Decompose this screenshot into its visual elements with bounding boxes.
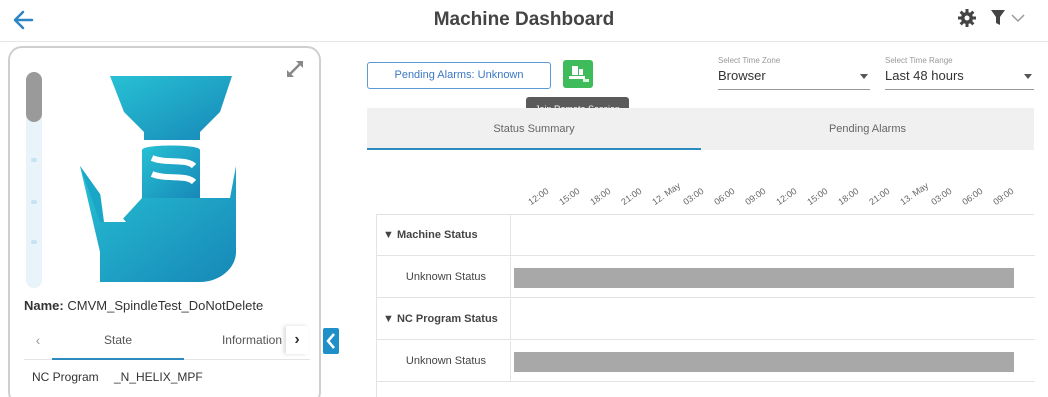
timeline-tick-label: 15:00 [805,185,830,207]
scroll-marker [31,200,37,204]
timeline-tick-label: 18:00 [588,185,613,207]
collapse-panel-icon[interactable] [323,328,339,354]
time-zone-select: Select Time Zone Browser [718,56,870,90]
spindle-machine-icon [60,72,280,292]
dropdown-caret-icon [860,74,868,79]
machine-card: Name: CMVM_SpindleTest_DoNotDelete ‹ Sta… [8,46,321,397]
main-tabs: Status Summary Pending Alarms [367,108,1034,150]
state-row-nc-program: NC Program _N_HELIX_MPF [32,370,203,384]
nc-program-status-item: Unknown Status [377,341,511,382]
timeline-tick-label: 12:00 [526,185,551,207]
time-range-select: Select Time Range Last 48 hours [885,56,1034,90]
timeline-tick-label: 13. May [898,180,931,207]
time-zone-value: Browser [718,68,766,83]
tab-state[interactable]: State [52,320,184,360]
timeline-tick-label: 03:00 [929,185,954,207]
scroll-marker [31,240,37,244]
machine-status-bar[interactable] [514,268,1014,288]
machine-tabs: ‹ State Information › [24,320,310,360]
status-group-row: ▼ Machine Status [377,215,1035,256]
machine-name: Name: CMVM_SpindleTest_DoNotDelete [24,298,263,313]
gear-icon[interactable] [957,8,977,28]
header-bar: Machine Dashboard [0,0,1048,42]
page-title: Machine Dashboard [433,9,615,30]
time-range-value: Last 48 hours [885,68,964,83]
time-zone-dropdown[interactable]: Browser [718,68,870,90]
tab-scroll-left-icon[interactable]: ‹ [24,320,52,360]
timeline-tick-label: 12. May [650,180,683,207]
timeline-tick-label: 21:00 [867,185,892,207]
machine-status-group[interactable]: ▼ Machine Status [377,215,511,256]
machine-name-label: Name: [24,298,64,313]
timeline-tick-label: 06:00 [960,185,985,207]
vertical-scrollbar-thumb[interactable] [26,72,42,122]
status-item-row: Unknown Status [377,341,1035,382]
timeline-tick-label: 09:00 [991,185,1016,207]
tab-status-summary[interactable]: Status Summary [367,108,701,150]
nc-program-status-group[interactable]: ▼ NC Program Status [377,299,511,340]
tab-information[interactable]: Information [184,320,282,360]
nc-program-status-bar[interactable] [514,352,1014,372]
expand-icon[interactable] [284,58,306,80]
machine-status-item: Unknown Status [377,257,511,298]
time-range-dropdown[interactable]: Last 48 hours [885,68,1034,90]
state-label: NC Program [32,370,99,384]
pending-alarms-button[interactable]: Pending Alarms: Unknown [367,62,551,89]
tab-scroll-right-icon[interactable]: › [286,326,308,354]
tab-pending-alarms[interactable]: Pending Alarms [701,108,1034,150]
dropdown-caret-icon [1024,74,1032,79]
state-value: _N_HELIX_MPF [114,370,203,384]
remote-session-icon [569,66,589,82]
timeline-axis: 12:00 15:00 18:00 21:00 12. May 03:00 06:00 09:… [512,165,1032,213]
timeline-tick-label: 18:00 [836,185,861,207]
time-zone-label: Select Time Zone [718,56,781,65]
timeline-tick-label: 06:00 [712,185,737,207]
timeline-tick-label: 09:00 [743,185,768,207]
status-item-row: Unknown Status [377,257,1035,298]
remote-session-button[interactable] [563,60,593,88]
timeline-tick-label: 03:00 [681,185,706,207]
status-grid: ▼ Machine Status Unknown Status ▼ NC Pro… [376,214,1035,397]
machine-name-value: CMVM_SpindleTest_DoNotDelete [67,298,264,313]
timeline-tick-label: 21:00 [619,185,644,207]
timeline-tick-label: 15:00 [557,185,582,207]
timeline-tick-label: 12:00 [774,185,799,207]
scroll-marker [31,158,37,162]
time-range-label: Select Time Range [885,56,953,65]
status-group-row: ▼ NC Program Status [377,299,1035,340]
filter-icon[interactable] [990,8,1030,28]
